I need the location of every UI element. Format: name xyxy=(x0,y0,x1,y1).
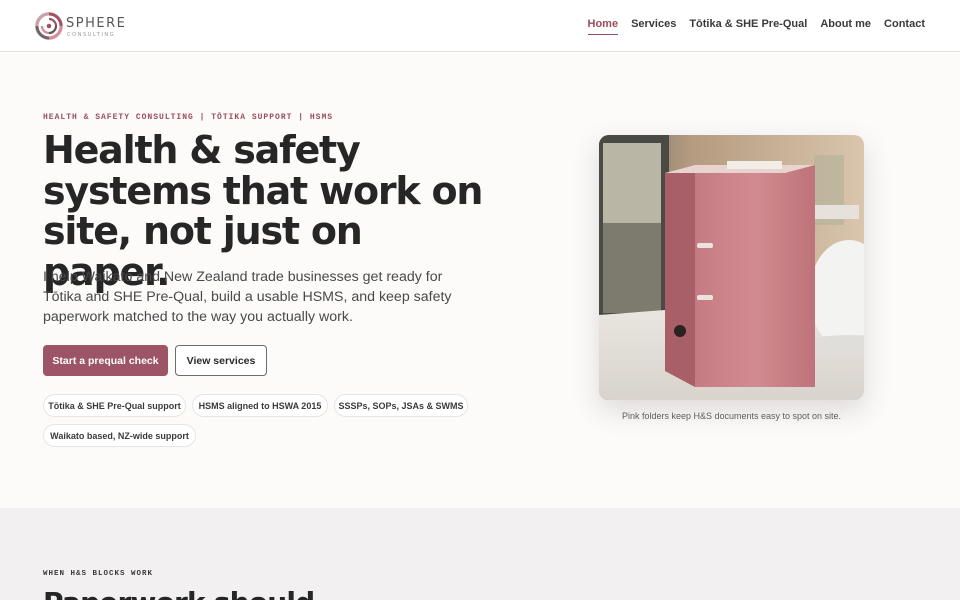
photo-caption: Pink folders keep H&S documents easy to … xyxy=(621,411,842,421)
hero-photo-pink-binder xyxy=(599,135,864,400)
site-header: SPHERE CONSULTING Home Services Tōtika &… xyxy=(0,0,960,52)
start-prequal-button[interactable]: Start a prequal check xyxy=(43,345,168,376)
chip-hsms-hswa: HSMS aligned to HSWA 2015 xyxy=(192,394,328,417)
chip-waikato-based: Waikato based, NZ-wide support xyxy=(43,424,196,447)
chip-ssp-sop-jsa: SSSPs, SOPs, JSAs & SWMS xyxy=(334,394,468,417)
hero-lead: I help Waikato and New Zealand trade bus… xyxy=(43,269,452,325)
brand-tagline: CONSULTING xyxy=(67,32,116,38)
hero-eyebrow: HEALTH & SAFETY CONSULTING | TŌTIKA SUPP… xyxy=(43,113,334,122)
brand-name: SPHERE xyxy=(66,16,127,31)
nav-about[interactable]: About me xyxy=(820,18,871,35)
section2-eyebrow: WHEN H&S BLOCKS WORK xyxy=(43,570,154,578)
swirl-logo-icon xyxy=(35,12,63,40)
nav-contact[interactable]: Contact xyxy=(884,18,925,35)
headline-line-2: systems that work on xyxy=(43,168,483,213)
headline-line-1: Health & safety xyxy=(43,128,361,172)
brand-logo[interactable]: SPHERE CONSULTING xyxy=(34,11,127,41)
section2-headline: Paperwork should xyxy=(43,586,315,600)
h-s-blocks-section: WHEN H&S BLOCKS WORK Paperwork should xyxy=(0,508,960,600)
nav-home[interactable]: Home xyxy=(587,18,619,35)
chip-totika-support: Tōtika & SHE Pre-Qual support xyxy=(43,394,186,417)
main-nav: Home Services Tōtika & SHE Pre-Qual Abou… xyxy=(587,18,925,35)
nav-totika-prequal[interactable]: Tōtika & SHE Pre-Qual xyxy=(689,18,807,35)
view-services-button[interactable]: View services xyxy=(175,345,267,376)
nav-services[interactable]: Services xyxy=(631,18,676,35)
